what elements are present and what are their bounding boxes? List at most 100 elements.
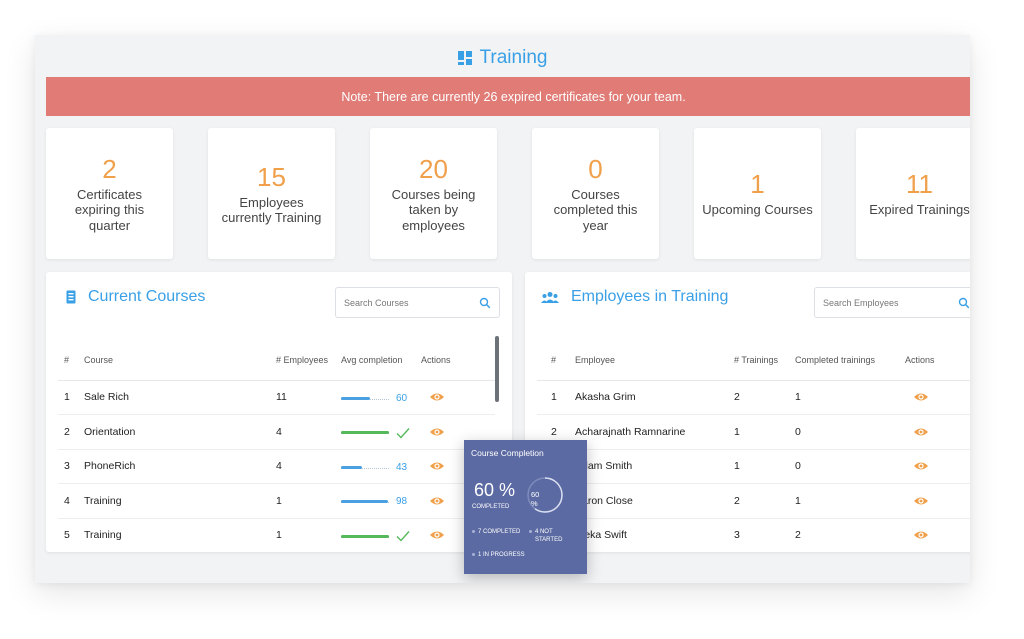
completed-count: 1: [795, 380, 905, 415]
employee-count: 4: [276, 414, 341, 450]
column-header[interactable]: Course: [84, 340, 276, 381]
table-row[interactable]: 4 Training 1 98: [58, 483, 495, 519]
eye-icon[interactable]: [429, 391, 445, 403]
search-icon[interactable]: [479, 297, 491, 309]
column-header[interactable]: # Trainings: [734, 340, 795, 381]
table-row[interactable]: 1 Akasha Grim 2 1: [537, 380, 970, 415]
completion-bar: 43: [341, 462, 407, 473]
ring-label-value: 60: [531, 490, 540, 499]
scrollbar[interactable]: [495, 336, 499, 402]
eye-icon[interactable]: [429, 460, 445, 472]
legend-dot: [472, 530, 475, 533]
avg-completion: [341, 414, 421, 450]
group-icon: [541, 292, 559, 303]
search-employees-box[interactable]: [814, 287, 970, 318]
legend-dot: [472, 553, 475, 556]
progress-track: [341, 431, 389, 434]
eye-icon[interactable]: [913, 460, 929, 472]
progress-fill: [341, 465, 362, 469]
completed-count: 0: [795, 449, 905, 484]
avg-completion: [341, 518, 421, 552]
stat-card-certificates-expiring[interactable]: 2 Certificates expiring this quarter: [46, 128, 173, 259]
actions-cell: [905, 518, 970, 552]
panel-header: Current Courses: [46, 272, 512, 332]
table-row[interactable]: 2 Orientation 4: [58, 414, 495, 450]
column-header[interactable]: Employee: [575, 340, 734, 381]
eye-icon[interactable]: [429, 495, 445, 507]
table-row[interactable]: 5 Training 1: [58, 518, 495, 552]
stat-card-courses-completed[interactable]: 0 Courses completed this year: [532, 128, 659, 259]
column-header: #: [537, 340, 575, 381]
actions-cell: [905, 380, 970, 415]
column-header[interactable]: Completed trainings: [795, 340, 905, 381]
progress-track: [341, 465, 389, 469]
search-courses-box[interactable]: [335, 287, 500, 318]
column-header[interactable]: # Employees: [276, 340, 341, 381]
table-row[interactable]: 3Adam Smith10: [537, 449, 970, 484]
employee-count: 1: [276, 483, 341, 519]
page-title-text: Training: [479, 47, 548, 68]
training-count: 2: [734, 380, 795, 415]
current-courses-panel: Current Courses # Course # Employees Avg…: [46, 272, 512, 552]
actions-cell: [905, 483, 970, 519]
table-row[interactable]: 4Aaron Close21: [537, 483, 970, 519]
avg-completion: 98: [341, 483, 421, 519]
search-icon[interactable]: [958, 297, 970, 309]
legend-in-progress: 1 IN PROGRESS: [472, 551, 527, 559]
completed-count: 1: [795, 483, 905, 519]
eye-icon[interactable]: [913, 529, 929, 541]
employees-in-training-panel: Employees in Training # Employee # Train…: [525, 272, 970, 552]
alert-text: Note: There are currently 26 expired cer…: [341, 89, 686, 104]
row-number: 1: [537, 380, 575, 415]
progress-fill: [341, 500, 389, 504]
legend-text: 7 COMPLETED: [478, 529, 521, 535]
row-number: 1: [58, 380, 84, 415]
course-name: Training: [84, 518, 276, 552]
eye-icon[interactable]: [913, 495, 929, 507]
search-courses-input[interactable]: [344, 297, 479, 308]
stat-card-expired-trainings[interactable]: 11 Expired Trainings: [856, 128, 970, 259]
avg-completion: 60: [341, 380, 421, 415]
column-header: #: [58, 340, 84, 381]
completion-percent: 60: [396, 392, 408, 404]
employees-in-training-title: Employees in Training: [571, 288, 729, 305]
actions-cell: [421, 380, 495, 415]
stat-label: Certificates expiring this quarter: [74, 186, 145, 233]
progress-fill: [341, 431, 389, 434]
progress-fill: [341, 396, 370, 400]
legend-completed: 7 COMPLETED: [472, 528, 527, 536]
column-header[interactable]: Avg completion: [341, 340, 421, 381]
table-row[interactable]: 5Aleka Swift32: [537, 518, 970, 552]
employee-name: Acharajnath Ramnarine: [575, 414, 734, 450]
ring-label: 60 %: [531, 490, 539, 508]
eye-icon[interactable]: [913, 426, 929, 438]
progress-fill: [341, 534, 389, 538]
training-count: 1: [734, 414, 795, 450]
stat-card-upcoming-courses[interactable]: 1 Upcoming Courses: [694, 128, 821, 259]
employee-count: 4: [276, 449, 341, 484]
current-courses-title: Current Courses: [88, 288, 206, 305]
completion-bar: 60: [341, 393, 407, 404]
eye-icon[interactable]: [429, 426, 445, 438]
completion-percent: 43: [396, 461, 408, 473]
completion-percent: 60 %: [474, 480, 516, 500]
course-name: Training: [84, 483, 276, 519]
eye-icon[interactable]: [913, 391, 929, 403]
table-row[interactable]: 3 PhoneRich 4 43: [58, 449, 495, 484]
ring-label-unit: %: [531, 499, 538, 508]
eye-icon[interactable]: [429, 529, 445, 541]
stat-card-courses-taken[interactable]: 20 Courses being taken by employees: [370, 128, 497, 259]
completion-percent: 98: [396, 496, 408, 508]
legend-dot: [529, 530, 532, 533]
completion-bar: [341, 427, 410, 439]
panel-header: Employees in Training: [525, 272, 970, 332]
employees-table: # Employee # Trainings Completed trainin…: [537, 340, 970, 552]
table-header-row: # Employee # Trainings Completed trainin…: [537, 340, 970, 381]
course-name: Sale Rich: [84, 380, 276, 415]
row-number: 4: [58, 483, 84, 519]
employee-name: Akasha Grim: [575, 380, 734, 415]
stat-card-employees-training[interactable]: 15 Employees currently Training: [208, 128, 335, 259]
table-row[interactable]: 1 Sale Rich 11 60: [58, 380, 495, 415]
table-row[interactable]: 2 Acharajnath Ramnarine 1 0: [537, 414, 970, 450]
search-employees-input[interactable]: [823, 297, 958, 308]
